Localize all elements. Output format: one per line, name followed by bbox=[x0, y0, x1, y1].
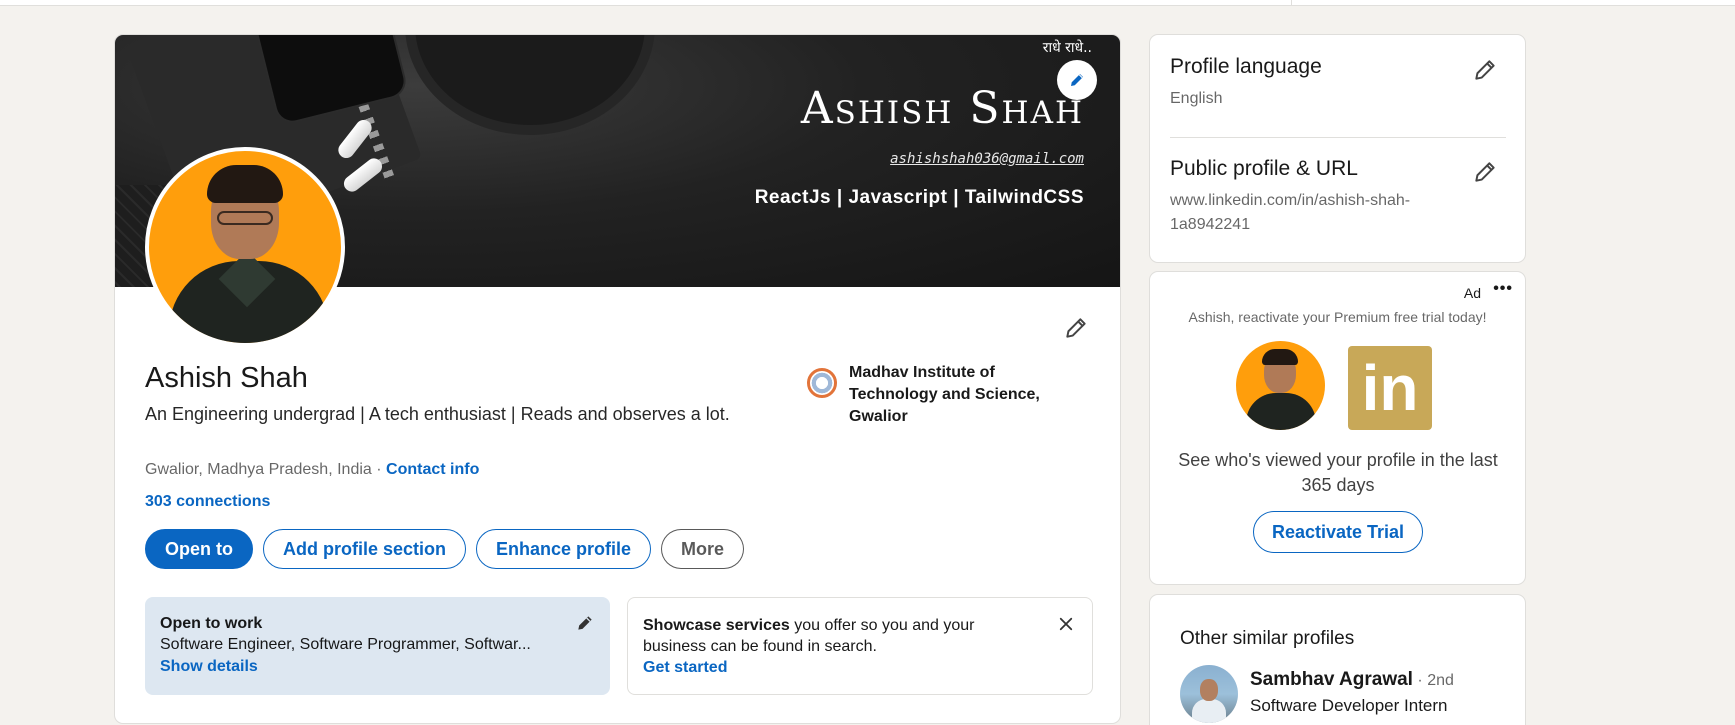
open-to-work-title: Open to work bbox=[160, 615, 263, 632]
similar-profile-role: Software Developer Intern bbox=[1250, 696, 1448, 715]
pencil-icon bbox=[1472, 159, 1498, 185]
banner-tags: ReactJs | Javascript | TailwindCSS bbox=[754, 187, 1084, 208]
avatar-head bbox=[1200, 679, 1218, 701]
add-profile-section-button[interactable]: Add profile section bbox=[263, 529, 467, 569]
profile-photo[interactable] bbox=[145, 147, 345, 347]
open-to-work-roles: Software Engineer, Software Programmer, … bbox=[160, 636, 531, 653]
ad-promo-text: Ashish, reactivate your Premium free tri… bbox=[1188, 309, 1487, 325]
institute-logo bbox=[807, 368, 837, 398]
open-to-work-card: Open to work Software Engineer, Software… bbox=[145, 597, 610, 695]
edit-banner-button[interactable] bbox=[1057, 60, 1097, 100]
close-icon bbox=[1057, 615, 1075, 633]
connections-link[interactable]: 303 connections bbox=[145, 493, 270, 511]
profile-location: Gwalior, Madhya Pradesh, India · bbox=[145, 461, 382, 478]
profile-actions: Open to Add profile section Enhance prof… bbox=[145, 529, 745, 569]
dismiss-showcase-button[interactable] bbox=[1054, 612, 1078, 636]
premium-ad-card: Ad ••• Ashish, reactivate your Premium f… bbox=[1149, 271, 1526, 585]
showcase-services-card: Showcase services you offer so you and y… bbox=[627, 597, 1093, 695]
banner-cup-graphic bbox=[415, 35, 645, 125]
education-name: Madhav Institute of Technology and Scien… bbox=[849, 364, 1040, 425]
ad-label: Ad bbox=[1463, 285, 1481, 301]
connection-degree: · 2nd bbox=[1412, 672, 1454, 689]
ad-headline: See who's viewed your profile in the las… bbox=[1178, 450, 1498, 495]
profile-headline: An Engineering undergrad | A tech enthus… bbox=[145, 404, 730, 424]
profile-card: राधे राधे.. Ashish Shah ashishshah036@gm… bbox=[114, 34, 1121, 724]
similar-profile-avatar[interactable] bbox=[1180, 665, 1238, 723]
pencil-icon bbox=[575, 613, 595, 633]
edit-intro-button[interactable] bbox=[1059, 311, 1093, 345]
ad-user-avatar bbox=[1236, 341, 1325, 430]
avatar-body bbox=[1246, 393, 1316, 430]
avatar-body bbox=[1192, 699, 1226, 723]
more-button[interactable]: More bbox=[661, 529, 745, 569]
open-to-button[interactable]: Open to bbox=[145, 529, 253, 569]
similar-profile-name-line[interactable]: Sambhav Agrawal · 2nd bbox=[1250, 669, 1454, 691]
profile-language-section: Profile language English bbox=[1170, 55, 1506, 111]
location-line: Gwalior, Madhya Pradesh, India · Contact… bbox=[145, 461, 479, 479]
edit-language-button[interactable] bbox=[1470, 55, 1500, 85]
linkedin-premium-logo: in bbox=[1348, 346, 1432, 430]
ad-options-button[interactable]: ••• bbox=[1493, 280, 1513, 298]
pencil-icon bbox=[1472, 57, 1498, 83]
enhance-profile-button[interactable]: Enhance profile bbox=[476, 529, 652, 569]
showcase-text: Showcase services you offer so you and y… bbox=[643, 615, 1013, 657]
pencil-icon bbox=[1068, 71, 1086, 89]
edit-public-url-button[interactable] bbox=[1470, 157, 1500, 187]
showcase-bold-text: Showcase services bbox=[643, 617, 790, 634]
contact-info-link[interactable]: Contact info bbox=[386, 461, 479, 478]
banner-hindi-text: राधे राधे.. bbox=[1042, 40, 1092, 56]
profile-language-title: Profile language bbox=[1170, 55, 1322, 78]
avatar-hair bbox=[1262, 349, 1298, 365]
profile-language-value: English bbox=[1170, 90, 1223, 107]
similar-profile-name[interactable]: Sambhav Agrawal bbox=[1250, 669, 1413, 690]
education-item[interactable]: Madhav Institute of Technology and Scien… bbox=[807, 362, 1059, 428]
reactivate-trial-button[interactable]: Reactivate Trial bbox=[1253, 511, 1423, 553]
profile-settings-card: Profile language English Public profile … bbox=[1149, 34, 1526, 263]
similar-profiles-card: Other similar profiles Sambhav Agrawal ·… bbox=[1149, 594, 1526, 725]
show-details-link[interactable]: Show details bbox=[160, 656, 595, 678]
public-profile-url: www.linkedin.com/in/ashish-shah-1a894224… bbox=[1170, 192, 1411, 233]
nav-divider bbox=[1291, 0, 1292, 6]
banner-name: Ashish Shah bbox=[800, 83, 1084, 134]
similar-profiles-title: Other similar profiles bbox=[1180, 628, 1355, 649]
public-profile-title: Public profile & URL bbox=[1170, 157, 1358, 180]
avatar-glasses bbox=[217, 211, 273, 225]
profile-name: Ashish Shah bbox=[145, 362, 308, 394]
pencil-icon bbox=[1063, 315, 1089, 341]
top-nav-bar bbox=[0, 0, 1735, 6]
public-profile-section: Public profile & URL www.linkedin.com/in… bbox=[1170, 157, 1506, 237]
divider bbox=[1170, 137, 1506, 138]
edit-open-to-work-button[interactable] bbox=[573, 611, 597, 635]
get-started-link[interactable]: Get started bbox=[643, 657, 1077, 679]
avatar-hair bbox=[207, 165, 283, 203]
banner-email: ashishshah036@gmail.com bbox=[890, 151, 1084, 167]
